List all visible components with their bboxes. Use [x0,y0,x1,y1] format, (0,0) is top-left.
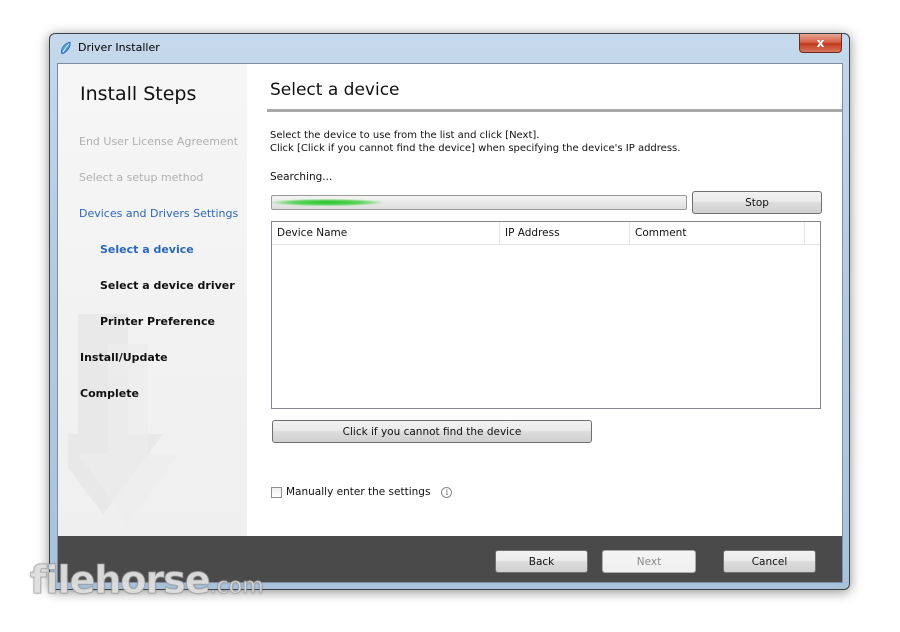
driver-installer-icon [61,41,71,55]
window-title: Driver Installer [78,41,160,54]
progress-marquee [272,199,382,206]
close-icon: x [816,36,825,50]
step-select-a-device: Select a device [100,243,194,256]
info-icon-glyph: i [445,487,449,497]
filehorse-watermark: filehorse.com [30,558,265,603]
search-progress-bar [271,195,687,210]
title-bar[interactable]: Driver Installer x [50,34,849,62]
device-list-header: Device Name IP Address Comment [272,222,820,245]
main-panel: Select a device Select the device to use… [247,64,842,536]
step-end-user-license-agreement: End User License Agreement [79,135,239,148]
search-status: Searching... [270,171,333,183]
manual-settings-checkbox[interactable] [271,486,282,498]
column-device-name[interactable]: Device Name [272,222,500,244]
install-steps-sidebar: Install Steps End User License Agreement… [58,64,247,536]
stop-button[interactable]: Stop [692,191,822,214]
info-icon[interactable]: i [441,486,453,498]
step-printer-preference: Printer Preference [100,315,215,328]
client-area: Install Steps End User License Agreement… [57,63,843,583]
step-complete: Complete [80,387,139,400]
device-list[interactable]: Device Name IP Address Comment [271,221,821,409]
cannot-find-device-button[interactable]: Click if you cannot find the device [272,420,592,443]
driver-installer-window: Driver Installer x Install Steps End Use… [49,33,850,590]
step-devices-and-drivers-settings: Devices and Drivers Settings [79,207,239,220]
cancel-button[interactable]: Cancel [723,550,816,573]
step-install-update: Install/Update [80,351,168,364]
sidebar-arrow-decoration-icon [68,314,178,524]
watermark-suffix: .com [209,574,264,600]
page-title: Select a device [270,80,400,100]
instruction-line-2: Click [Click if you cannot find the devi… [270,143,681,154]
manual-settings-label[interactable]: Manually enter the settings [286,486,430,498]
title-divider [267,109,842,112]
watermark-text: filehorse [30,558,212,603]
manual-settings-row: Manually enter the settings i [271,484,453,500]
back-button[interactable]: Back [495,550,588,573]
close-button[interactable]: x [799,34,842,53]
step-select-setup-method: Select a setup method [79,171,204,184]
step-select-a-device-driver: Select a device driver [100,279,235,292]
column-comment[interactable]: Comment [630,222,805,244]
install-steps-title: Install Steps [80,83,197,105]
next-button[interactable]: Next [602,550,696,573]
instruction-line-1: Select the device to use from the list a… [270,130,540,141]
column-ip-address[interactable]: IP Address [500,222,630,244]
